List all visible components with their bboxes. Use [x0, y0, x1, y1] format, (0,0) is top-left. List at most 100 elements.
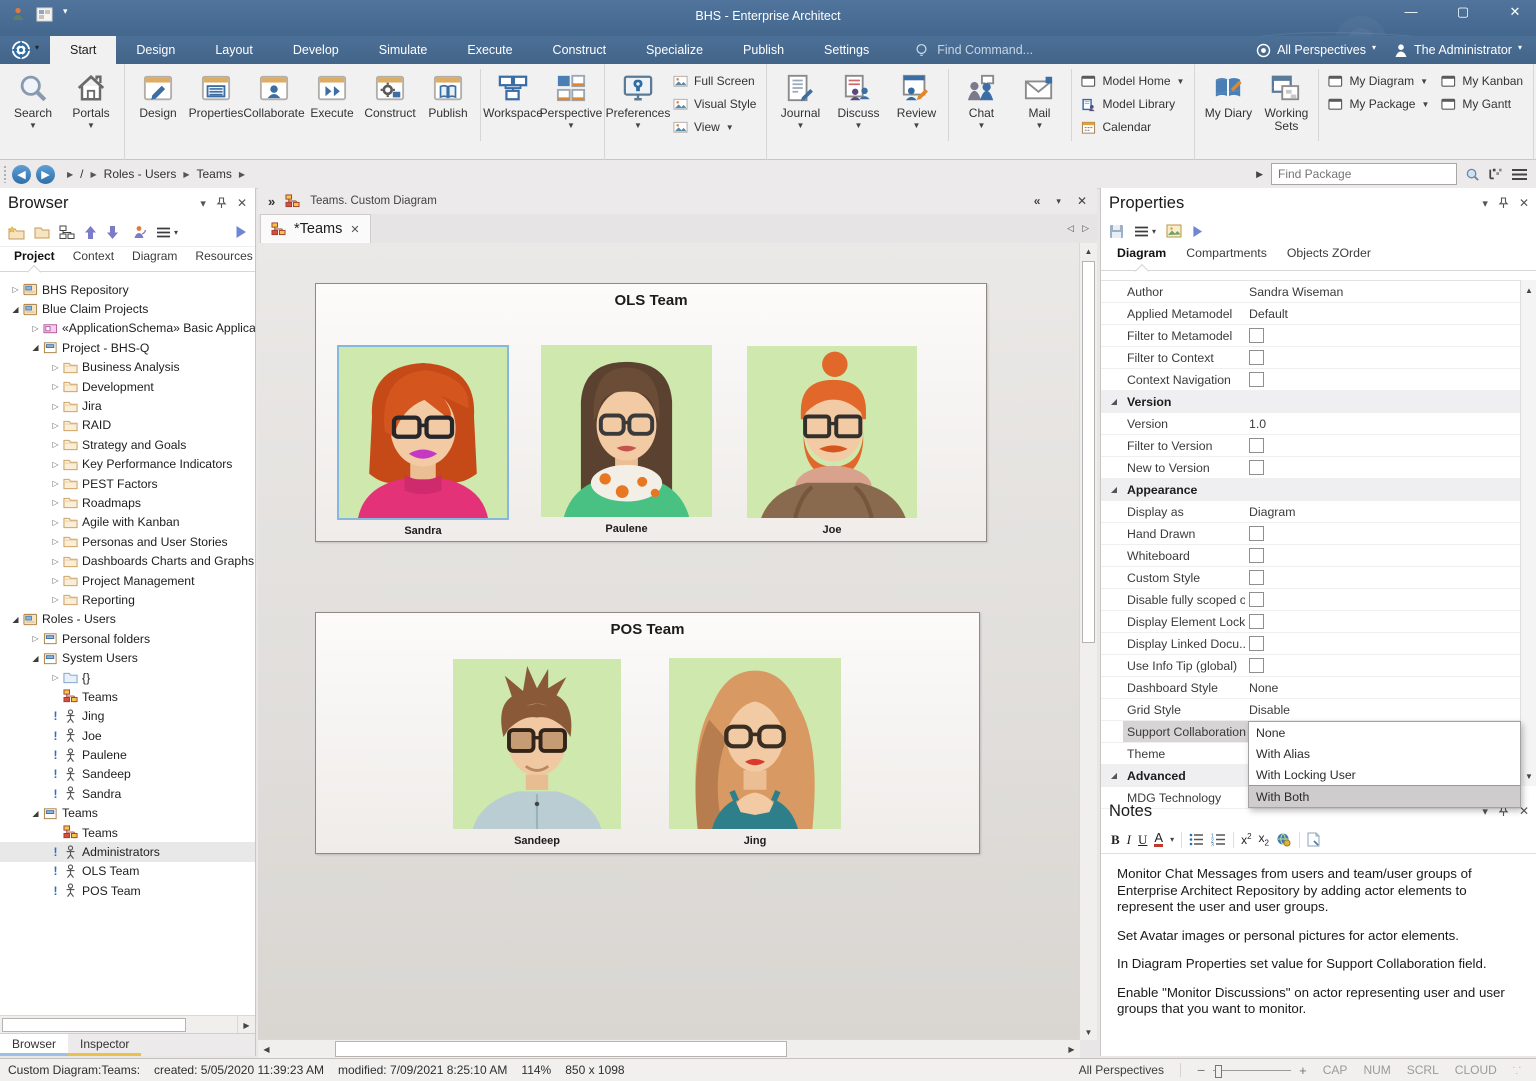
property-row-filter-to-version[interactable]: Filter to Version	[1101, 435, 1521, 457]
tree-item-pest-factors[interactable]: ▷PEST Factors	[0, 474, 255, 493]
tree-item-personas-and-user-stories[interactable]: ▷Personas and User Stories	[0, 532, 255, 551]
property-row-filter-to-context[interactable]: Filter to Context	[1101, 347, 1521, 369]
properties-tab-diagram[interactable]: Diagram	[1109, 244, 1174, 270]
tree-item-joe[interactable]: !Joe	[0, 726, 255, 745]
tab-nav-left-icon[interactable]: ◁	[1067, 223, 1074, 234]
breadcrumb-item[interactable]: Teams	[197, 167, 232, 181]
back-button[interactable]: ◀	[12, 165, 31, 184]
tab-close-icon[interactable]: ✕	[350, 223, 359, 236]
tree-item-sandeep[interactable]: !Sandeep	[0, 765, 255, 784]
checkbox[interactable]	[1249, 350, 1264, 365]
diagram-canvas[interactable]: OLS Team Sandra Paulene Joe POS Team San…	[258, 243, 1080, 1040]
tab-teams[interactable]: *Teams ✕	[260, 214, 371, 243]
properties-play-icon[interactable]	[1192, 225, 1203, 238]
property-row-new-to-version[interactable]: New to Version	[1101, 457, 1521, 479]
tree-item-roadmaps[interactable]: ▷Roadmaps	[0, 493, 255, 512]
doc-caret-icon[interactable]: ▾	[1056, 196, 1061, 207]
ribbon-perspective-button[interactable]: Perspective▼	[542, 67, 600, 143]
browser-tab-project[interactable]: Project	[6, 247, 63, 271]
checkbox[interactable]	[1249, 460, 1264, 475]
dropdown-option-with-locking-user[interactable]: With Locking User	[1249, 764, 1520, 785]
status-toggle-scrl[interactable]: SCRL	[1407, 1063, 1439, 1077]
ribbon-properties-button[interactable]: Properties	[187, 67, 245, 143]
zoom-slider[interactable]: − +	[1197, 1062, 1307, 1078]
font-color-button[interactable]: A	[1154, 832, 1163, 847]
ribbon-tab-design[interactable]: Design	[116, 36, 195, 64]
minimize-button[interactable]: —	[1398, 4, 1424, 20]
bottom-tab-browser[interactable]: Browser	[0, 1034, 68, 1056]
move-up-icon[interactable]	[84, 225, 97, 240]
ribbon-model-home-button[interactable]: Model Home▼	[1081, 71, 1184, 91]
dropdown-option-none[interactable]: None	[1249, 722, 1520, 743]
bullet-list-button[interactable]	[1189, 833, 1204, 846]
ribbon-tab-start[interactable]: Start	[50, 36, 116, 64]
ribbon-review-button[interactable]: Review▼	[887, 67, 945, 143]
close-button[interactable]: ✕	[1502, 4, 1528, 20]
ribbon-full-screen-button[interactable]: Full Screen	[673, 71, 756, 91]
property-section-version[interactable]: ◢Version	[1101, 391, 1521, 413]
checkbox[interactable]	[1249, 614, 1264, 629]
perspectives-menu[interactable]: All Perspectives▾	[1256, 43, 1376, 58]
tree-item-paulene[interactable]: !Paulene	[0, 745, 255, 764]
tree-item-administrators[interactable]: !Administrators	[0, 842, 255, 861]
ribbon-portals-button[interactable]: Portals▼	[62, 67, 120, 143]
ribbon-tab-layout[interactable]: Layout	[195, 36, 273, 64]
picture-frame-icon[interactable]	[1166, 224, 1182, 238]
actor-paulene[interactable]: Paulene	[541, 345, 712, 535]
ribbon-execute-button[interactable]: Execute	[303, 67, 361, 143]
dropdown-option-with-alias[interactable]: With Alias	[1249, 743, 1520, 764]
ribbon-collaborate-button[interactable]: Collaborate	[245, 67, 303, 143]
folder-icon[interactable]	[34, 225, 50, 239]
tree-item-roles-users[interactable]: ◢Roles - Users	[0, 610, 255, 629]
user-menu[interactable]: The Administrator▾	[1394, 43, 1522, 58]
tree-item-teams[interactable]: ◢Teams	[0, 804, 255, 823]
status-toggle-cap[interactable]: CAP	[1323, 1063, 1348, 1077]
ribbon-chat-button[interactable]: Chat▼	[952, 67, 1010, 143]
checkbox[interactable]	[1249, 526, 1264, 541]
ribbon-preferences-button[interactable]: Preferences▼	[609, 67, 667, 143]
tree-item-project-bhs-q[interactable]: ◢Project - BHS-Q	[0, 338, 255, 357]
property-row-applied-metamodel[interactable]: Applied MetamodelDefault	[1101, 303, 1521, 325]
forward-button[interactable]: ▶	[36, 165, 55, 184]
ribbon-my-kanban-button[interactable]: My Kanban	[1441, 71, 1523, 91]
browser-tab-resources[interactable]: Resources	[187, 247, 260, 271]
ribbon-tab-execute[interactable]: Execute	[447, 36, 532, 64]
property-row-display-linked-docu-[interactable]: Display Linked Docu...	[1101, 633, 1521, 655]
package-diagram-icon[interactable]	[59, 225, 75, 240]
crumb-expand-icon[interactable]: ▶	[1256, 169, 1263, 180]
checkbox[interactable]	[1249, 372, 1264, 387]
maximize-button[interactable]: ▢	[1450, 4, 1476, 20]
ribbon-construct-button[interactable]: Construct	[361, 67, 419, 143]
ribbon-design-button[interactable]: Design	[129, 67, 187, 143]
property-row-disable-fully-scoped-o-[interactable]: Disable fully scoped o...	[1101, 589, 1521, 611]
browser-tab-diagram[interactable]: Diagram	[124, 247, 185, 271]
tree-item-strategy-and-goals[interactable]: ▷Strategy and Goals	[0, 435, 255, 454]
status-toggle-num[interactable]: NUM	[1363, 1063, 1390, 1077]
new-package-icon[interactable]	[8, 225, 25, 240]
pin-icon[interactable]	[1498, 197, 1509, 209]
ribbon-publish-button[interactable]: Publish	[419, 67, 477, 143]
property-row-version[interactable]: Version1.0	[1101, 413, 1521, 435]
dropdown-option-with-both[interactable]: With Both	[1249, 785, 1520, 807]
ribbon-visual-style-button[interactable]: Visual Style	[673, 94, 756, 114]
doc-close-icon[interactable]: ✕	[1077, 194, 1087, 208]
italic-button[interactable]: I	[1127, 832, 1131, 848]
zoom-out-icon[interactable]: −	[1197, 1062, 1205, 1078]
ribbon-journal-button[interactable]: Journal▼	[771, 67, 829, 143]
property-row-use-info-tip-global-[interactable]: Use Info Tip (global)	[1101, 655, 1521, 677]
property-row-filter-to-metamodel[interactable]: Filter to Metamodel	[1101, 325, 1521, 347]
ribbon-workspace-button[interactable]: Workspace	[484, 67, 542, 143]
checkbox[interactable]	[1249, 658, 1264, 673]
navigator-icon[interactable]	[1488, 167, 1503, 181]
property-row-author[interactable]: AuthorSandra Wiseman	[1101, 281, 1521, 303]
checkbox[interactable]	[1249, 570, 1264, 585]
tree-item-raid[interactable]: ▷RAID	[0, 416, 255, 435]
ribbon-my-gantt-button[interactable]: My Gantt	[1441, 94, 1523, 114]
tree-item-blue-claim-projects[interactable]: ◢Blue Claim Projects	[0, 299, 255, 318]
properties-menu-caret-icon[interactable]: ▾	[1482, 197, 1488, 210]
checkbox[interactable]	[1249, 592, 1264, 607]
ribbon-tab-specialize[interactable]: Specialize	[626, 36, 723, 64]
tree-item-ols-team[interactable]: !OLS Team	[0, 862, 255, 881]
tree-item-jing[interactable]: !Jing	[0, 707, 255, 726]
checkbox[interactable]	[1249, 548, 1264, 563]
